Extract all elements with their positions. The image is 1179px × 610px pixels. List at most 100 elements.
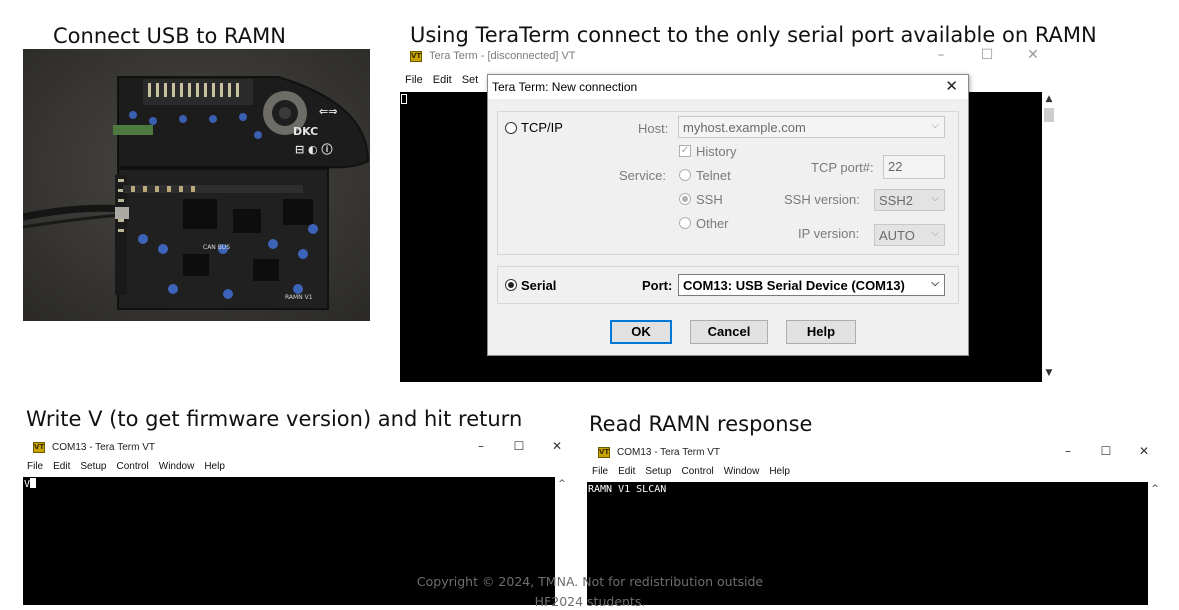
other-radio[interactable] [679, 217, 691, 229]
teraterm-app-icon: VT [410, 50, 422, 62]
port-value: COM13: USB Serial Device (COM13) [683, 278, 905, 293]
ok-button[interactable]: OK [610, 320, 672, 344]
dialog-titlebar[interactable]: Tera Term: New connection ✕ [488, 75, 968, 99]
copyright-line-2: HF2024 students. [534, 594, 646, 609]
scroll-thumb[interactable] [1044, 108, 1054, 122]
scroll-up-icon[interactable]: ^ [1148, 484, 1162, 496]
svg-text:RAMN V1: RAMN V1 [285, 294, 313, 301]
menu-window[interactable]: Window [159, 461, 195, 472]
service-label: Service: [619, 168, 666, 183]
new-connection-dialog: Tera Term: New connection ✕ TCP/IP Host:… [487, 74, 969, 356]
menu-control[interactable]: Control [117, 461, 149, 472]
maximize-icon[interactable]: ☐ [1087, 444, 1125, 458]
top-terminal-text [401, 94, 407, 106]
bottom-left-titlebar[interactable]: VT COM13 - Tera Term VT – ☐ ✕ [33, 436, 568, 458]
ip-version-label: IP version: [798, 226, 860, 241]
caption-connect-usb: Connect USB to RAMN [53, 24, 286, 48]
host-value: myhost.example.com [683, 120, 806, 135]
terminal-cursor [30, 478, 37, 488]
scroll-up-icon[interactable]: ▲ [1042, 94, 1056, 106]
telnet-label: Telnet [696, 168, 731, 183]
menu-help[interactable]: Help [204, 461, 225, 472]
menu-setup[interactable]: Setup [80, 461, 106, 472]
top-window-titlebar[interactable]: VT Tera Term - [disconnected] VT – ☐ ✕ [410, 45, 1056, 67]
ip-version-value: AUTO [879, 228, 915, 243]
port-select[interactable]: COM13: USB Serial Device (COM13) ⌵ [678, 274, 945, 296]
tcpip-radio[interactable] [505, 122, 517, 134]
ssh-label: SSH [696, 192, 723, 207]
bottom-right-scrollbar[interactable]: ^ [1148, 482, 1162, 605]
menu-setup[interactable]: Setup [645, 466, 671, 477]
minimize-icon[interactable]: – [462, 439, 500, 453]
other-label: Other [696, 216, 729, 231]
ssh-version-label: SSH version: [784, 192, 860, 207]
cancel-button[interactable]: Cancel [690, 320, 768, 344]
bottom-right-titlebar[interactable]: VT COM13 - Tera Term VT – ☐ ✕ [598, 441, 1161, 463]
top-terminal-scrollbar[interactable]: ▲ ▼ [1042, 92, 1056, 382]
minimize-icon[interactable]: – [1049, 444, 1087, 458]
chevron-down-icon: ⌵ [931, 278, 939, 289]
serial-label: Serial [521, 278, 557, 293]
tcp-port-label: TCP port#: [811, 160, 874, 175]
minimize-icon[interactable]: – [918, 47, 964, 63]
scroll-down-icon[interactable]: ▼ [1042, 368, 1056, 380]
tcp-port-input[interactable]: 22 [883, 155, 945, 179]
svg-text:⊟ ◐ ⓘ: ⊟ ◐ ⓘ [295, 142, 332, 156]
ramn-board-photo: ⇐⇒ DKC ⊟ ◐ ⓘ CAN BUS RAMN V1 [23, 49, 370, 321]
svg-text:CAN BUS: CAN BUS [203, 244, 230, 251]
close-icon[interactable]: ✕ [1125, 444, 1163, 458]
caption-read-response: Read RAMN response [589, 412, 813, 436]
dialog-title: Tera Term: New connection [492, 80, 638, 94]
ssh-version-value: SSH2 [879, 193, 913, 208]
menu-control[interactable]: Control [682, 466, 714, 477]
svg-text:DKC: DKC [293, 125, 318, 138]
menu-file[interactable]: File [27, 461, 43, 472]
ramn-response-text: RAMN V1 SLCAN [588, 484, 667, 495]
copyright-line-1: Copyright © 2024, TMNA. Not for redistri… [416, 574, 764, 589]
dialog-close-icon[interactable]: ✕ [945, 77, 958, 95]
chevron-down-icon: ⌵ [931, 120, 939, 131]
menu-file[interactable]: File [405, 74, 423, 86]
menu-file[interactable]: File [592, 466, 608, 477]
menu-edit[interactable]: Edit [618, 466, 635, 477]
port-label: Port: [642, 278, 673, 293]
top-window-title: Tera Term - [disconnected] VT [429, 50, 576, 62]
history-label: History [696, 144, 737, 159]
menu-window[interactable]: Window [724, 466, 760, 477]
host-label: Host: [638, 121, 669, 136]
tcpip-label: TCP/IP [521, 120, 563, 135]
bottom-left-menubar: File Edit Setup Control Window Help [27, 461, 235, 472]
bottom-right-menubar: File Edit Setup Control Window Help [592, 466, 800, 477]
caption-using-teraterm: Using TeraTerm connect to the only seria… [410, 23, 1097, 47]
menu-edit[interactable]: Edit [433, 74, 452, 86]
ip-version-select[interactable]: AUTO ⌵ [874, 224, 945, 246]
ssh-version-select[interactable]: SSH2 ⌵ [874, 189, 945, 211]
telnet-radio[interactable] [679, 169, 691, 181]
copyright-notice: Copyright © 2024, TMNA. Not for redistri… [380, 572, 800, 610]
help-button[interactable]: Help [786, 320, 856, 344]
top-window-menubar: File Edit Set [405, 74, 488, 86]
chevron-down-icon: ⌵ [931, 193, 939, 204]
terminal-cursor [401, 94, 407, 104]
ramn-board-image: ⇐⇒ DKC ⊟ ◐ ⓘ CAN BUS RAMN V1 [23, 49, 370, 321]
teraterm-app-icon: VT [598, 446, 610, 458]
teraterm-app-icon: VT [33, 441, 45, 453]
close-icon[interactable]: ✕ [1010, 47, 1056, 63]
menu-help[interactable]: Help [769, 466, 790, 477]
ssh-radio[interactable] [679, 193, 691, 205]
menu-setup[interactable]: Set [462, 74, 479, 86]
maximize-icon[interactable]: ☐ [500, 439, 538, 453]
svg-text:⇐⇒: ⇐⇒ [319, 105, 337, 118]
close-icon[interactable]: ✕ [538, 439, 576, 453]
chevron-down-icon: ⌵ [931, 228, 939, 239]
menu-edit[interactable]: Edit [53, 461, 70, 472]
bottom-left-terminal-line: V [24, 478, 37, 490]
serial-radio[interactable] [505, 279, 517, 291]
caption-write-v: Write V (to get firmware version) and hi… [26, 407, 523, 431]
bottom-left-title: COM13 - Tera Term VT [52, 441, 155, 453]
scroll-up-icon[interactable]: ^ [555, 479, 569, 491]
history-checkbox[interactable]: ✓ [679, 145, 691, 157]
bottom-right-title: COM13 - Tera Term VT [617, 446, 720, 458]
maximize-icon[interactable]: ☐ [964, 47, 1010, 63]
host-combo[interactable]: myhost.example.com ⌵ [678, 116, 945, 138]
